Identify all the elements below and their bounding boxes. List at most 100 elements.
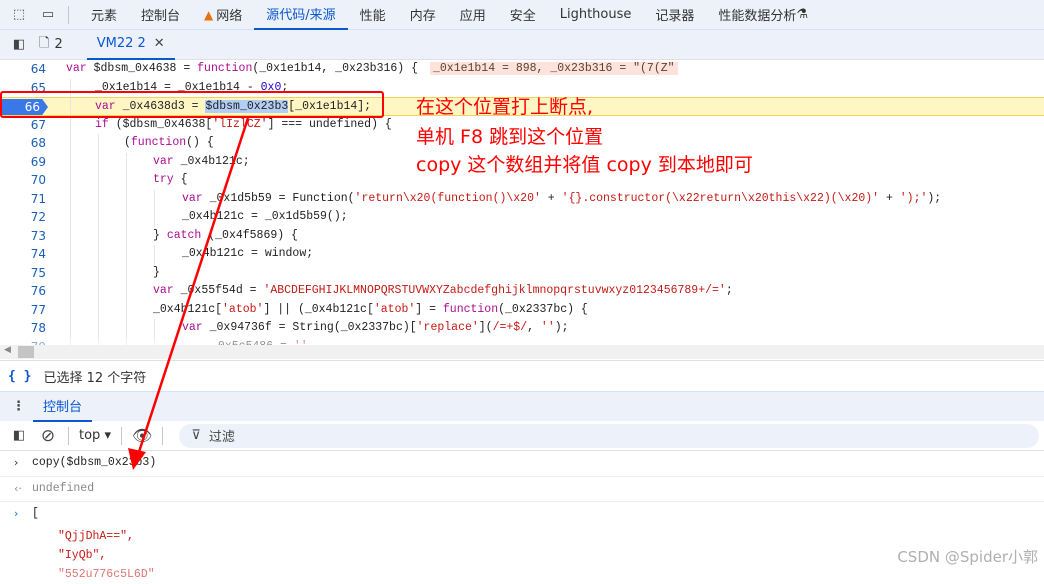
indent-guide	[126, 263, 127, 282]
drawer-tab-console[interactable]: 控制台	[33, 392, 93, 422]
code-token: function	[442, 302, 499, 316]
code-token: ,	[527, 321, 541, 334]
indent-guide	[126, 208, 127, 227]
code-token: var	[66, 62, 94, 75]
array-item: "IyQb",	[58, 548, 107, 562]
file-tab-2[interactable]: 🗋 2	[29, 30, 73, 60]
code-line: 79 _0x5c5486 = ''	[0, 337, 1044, 346]
code-token: ;	[725, 284, 733, 297]
selection-status: 已选择 12 个字符	[43, 370, 147, 386]
indent-guide	[70, 319, 71, 338]
expand-chevron-icon[interactable]: ›	[14, 505, 18, 524]
indent-guide	[98, 189, 99, 208]
code-token: ] || (_0x4b121c[	[263, 302, 374, 316]
indent-guide	[126, 319, 127, 338]
indent-guide	[126, 245, 127, 264]
line-number[interactable]: 69	[0, 153, 46, 172]
indent-guide	[126, 152, 127, 171]
code-text: _0x4b121c = _0x1d5b59();	[182, 208, 348, 227]
scroll-left-icon[interactable]: ◀	[4, 345, 11, 355]
indent-guide	[98, 171, 99, 190]
line-number[interactable]: 70	[0, 171, 46, 190]
line-number[interactable]: 77	[0, 301, 46, 320]
code-token: ] === undefined) {	[267, 117, 392, 131]
more-tools-icon[interactable]: ⋮	[12, 399, 25, 414]
array-item: "QjjDhA==",	[58, 529, 134, 543]
line-number[interactable]: 71	[0, 190, 46, 209]
line-number[interactable]: 67	[0, 116, 46, 135]
console-array-row[interactable]: ›[	[0, 502, 1044, 527]
code-line: 64 var $dbsm_0x4638 = function(_0x1e1b14,…	[0, 60, 1044, 79]
code-token: 'ABCDEFGHIJKLMNOPQRSTUVWXYZabcdefghijklm…	[263, 284, 726, 297]
panel-tab[interactable]: 控制台	[129, 0, 192, 30]
code-token: +	[540, 191, 562, 205]
pretty-print-icon[interactable]: { }	[8, 369, 31, 384]
code-token: }	[153, 265, 160, 279]
code-token: if	[95, 117, 116, 131]
inline-value: _0x1e1b14 = 898, _0x23b316 = "(7(Z"	[430, 62, 678, 75]
line-number[interactable]: 73	[0, 227, 46, 246]
console-result-row: ‹· undefined	[0, 477, 1044, 502]
panel-tab[interactable]: 元素	[79, 0, 129, 30]
line-number[interactable]: 72	[0, 208, 46, 227]
panel-tab[interactable]: 性能	[348, 0, 398, 30]
panel-tab[interactable]: ▲ 网络	[192, 0, 254, 30]
code-token: catch	[166, 228, 209, 242]
indent-guide	[154, 319, 155, 338]
scrollbar-thumb[interactable]	[18, 346, 34, 358]
indent-guide	[70, 226, 71, 245]
toggle-navigator-icon[interactable]: ◧	[9, 35, 29, 55]
code-token: ] =	[415, 302, 443, 316]
panel-tab[interactable]: 记录器	[643, 0, 706, 30]
live-expression-eye-icon[interactable]: 👁	[132, 426, 152, 445]
watermark: CSDN @Spider小郭	[897, 548, 1038, 566]
annotation-text: 单机 F8 跳到这个位置	[416, 126, 604, 148]
panel-tab[interactable]: 应用	[448, 0, 498, 30]
divider	[162, 426, 164, 445]
code-text: _0x4b121c['atob'] || (_0x4b121c['atob'] …	[153, 301, 588, 320]
indent-guide	[154, 245, 155, 264]
indent-guide	[126, 337, 127, 345]
code-text: var _0x4b121c;	[153, 153, 250, 172]
panel-tab[interactable]: 性能数据分析 ⚗	[706, 0, 820, 30]
code-line: 75}	[0, 263, 1044, 283]
code-token: ''	[540, 321, 555, 334]
clear-console-icon[interactable]: ⊘	[38, 426, 58, 446]
code-token: try	[153, 173, 181, 186]
indent-guide	[126, 171, 127, 190]
line-number[interactable]: 64	[0, 60, 46, 79]
line-number[interactable]: 78	[0, 319, 46, 338]
code-token: (_0x1e1b14, _0x23b316) {	[252, 62, 418, 75]
device-toolbar-icon[interactable]: ▭	[38, 5, 58, 25]
code-token: ');'	[899, 191, 928, 205]
code-token: (_0x2337bc) {	[498, 302, 588, 316]
file-tab-vm22[interactable]: VM22 2 ✕	[86, 30, 175, 60]
panel-tab[interactable]: 源代码/来源	[254, 0, 348, 30]
filter-icon: ⊽	[191, 428, 201, 443]
indent-guide	[98, 208, 99, 227]
inspect-element-icon[interactable]: ⬚	[9, 5, 29, 25]
horizontal-scrollbar[interactable]: ◀	[0, 345, 1044, 359]
code-token: 'return\x20(function()\x20'	[354, 191, 541, 205]
line-number[interactable]: 68	[0, 134, 46, 153]
sidebar-toggle-icon[interactable]: ◧	[9, 426, 29, 446]
line-number[interactable]: 79	[0, 338, 46, 346]
code-token: ($dbsm_0x4638[	[115, 117, 213, 131]
panel-tab[interactable]: 安全	[498, 0, 548, 30]
indent-guide	[70, 208, 71, 227]
indent-guide	[126, 226, 127, 245]
divider	[68, 426, 69, 445]
line-number[interactable]: 75	[0, 264, 46, 283]
file-tab-bar: ◧ 🗋 2 VM22 2 ✕	[0, 30, 1044, 60]
line-number[interactable]: 76	[0, 282, 46, 301]
line-number[interactable]: 74	[0, 245, 46, 264]
close-icon[interactable]: ✕	[154, 36, 165, 51]
filter-input[interactable]: ⊽ 过滤	[179, 423, 1040, 448]
indent-guide	[70, 245, 71, 264]
code-token: function	[130, 136, 187, 149]
panel-tab[interactable]: 内存	[398, 0, 448, 30]
devtools-panel-bar: ⬚ ▭ 元素 控制台 ▲ 网络 源代码/来源 性能 内存 应用 安全 Lighthouse 记录器性…	[0, 0, 1044, 30]
panel-tab[interactable]: Lighthouse	[548, 0, 644, 30]
context-selector[interactable]: top ▾	[79, 428, 111, 443]
code-token: () {	[186, 136, 214, 149]
